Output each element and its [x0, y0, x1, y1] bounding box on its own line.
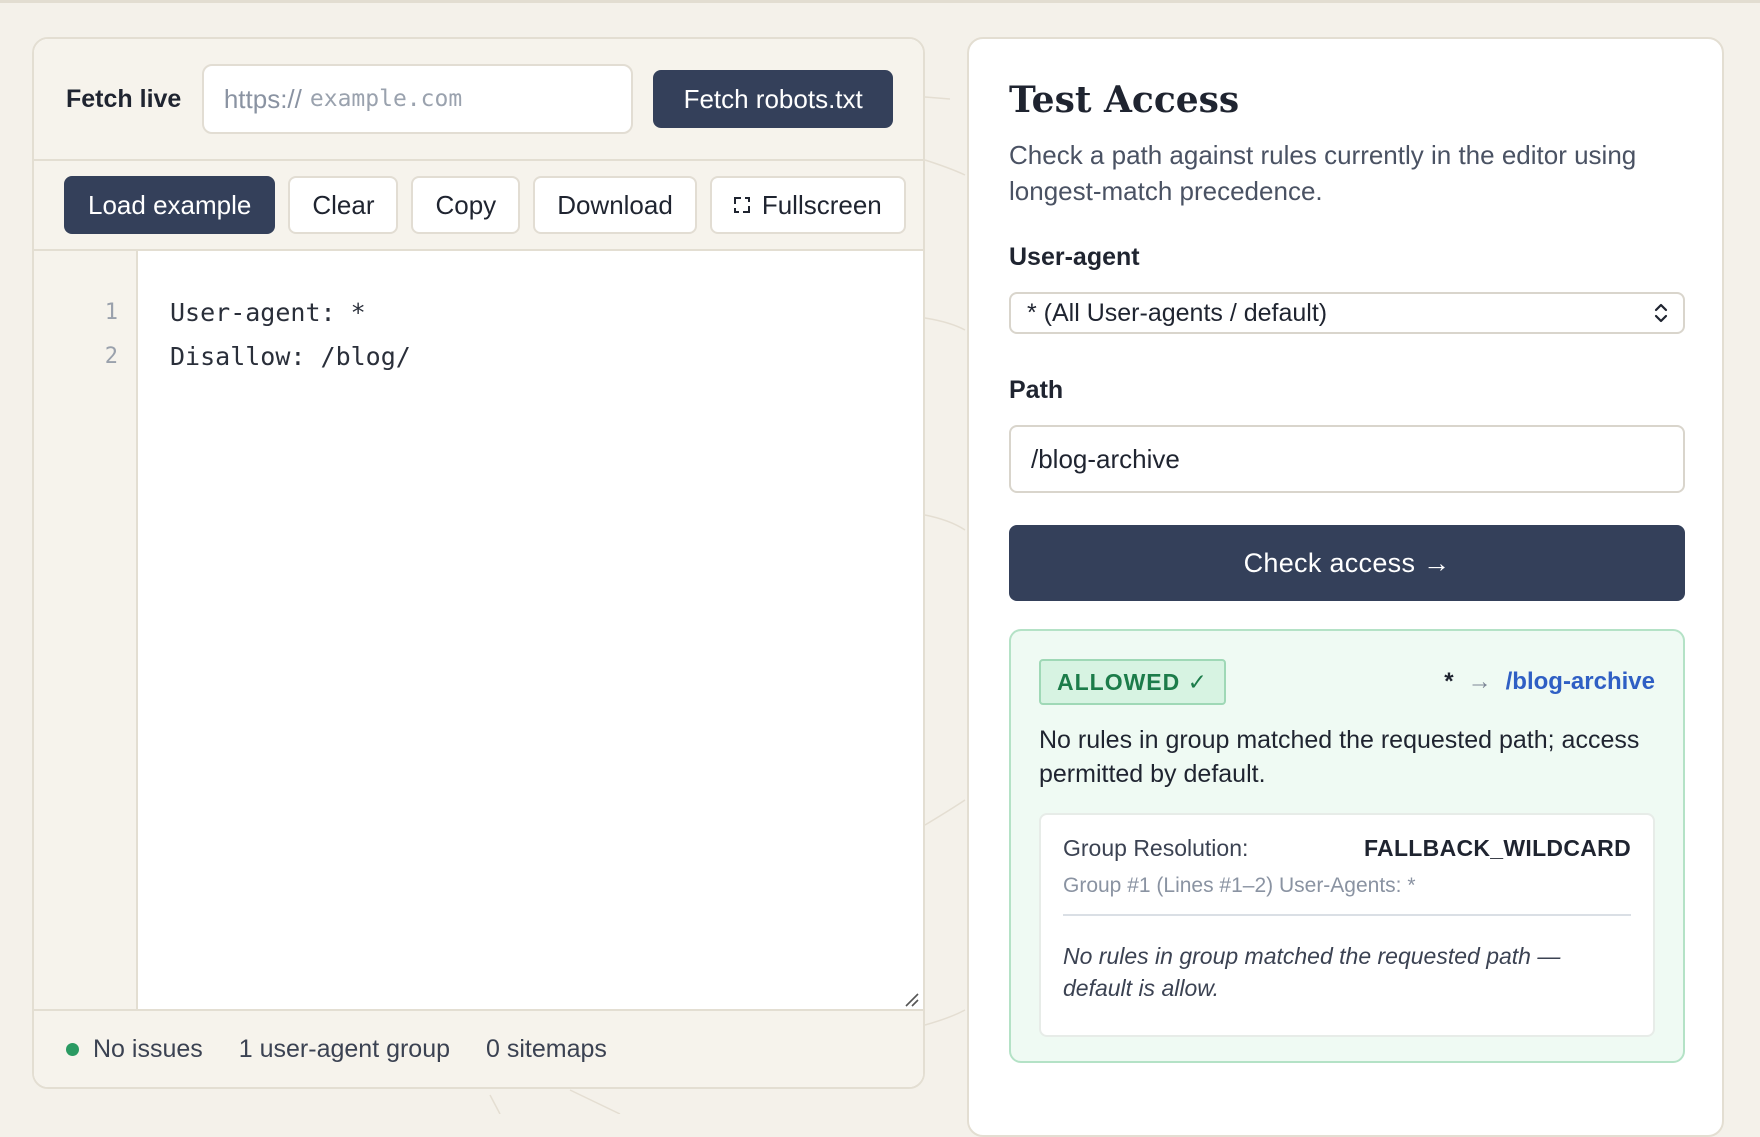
- top-border: [0, 0, 1760, 3]
- allowed-badge: ALLOWED ✓: [1039, 659, 1226, 705]
- group-resolution-label: Group Resolution:: [1063, 835, 1249, 861]
- code-line: User-agent: *: [170, 298, 366, 327]
- fullscreen-icon: [733, 197, 750, 213]
- group-detail: Group #1 (Lines #1–2) User-Agents: *: [1063, 874, 1631, 916]
- fullscreen-button[interactable]: Fullscreen: [709, 176, 906, 234]
- line-number-gutter: 1 2: [34, 251, 138, 1009]
- copy-button[interactable]: Copy: [411, 176, 521, 234]
- url-prefix: https://: [223, 83, 302, 114]
- status-bar: No issues 1 user-agent group 0 sitemaps: [34, 1009, 923, 1087]
- route-agent: *: [1444, 668, 1454, 695]
- line-number: 1: [104, 300, 118, 325]
- check-access-button[interactable]: Check access →: [1009, 525, 1685, 601]
- user-agent-select[interactable]: * (All User-agents / default): [1009, 292, 1685, 334]
- status-ok-dot-icon: [66, 1042, 79, 1056]
- path-field[interactable]: [1009, 425, 1685, 493]
- result-route: * → /blog-archive: [1444, 668, 1655, 696]
- panel-title: Test Access: [1009, 79, 1240, 121]
- updown-chevron-icon: [1654, 303, 1668, 323]
- arrow-right-icon: →: [1467, 668, 1492, 695]
- path-label: Path: [1009, 376, 1064, 404]
- test-access-panel: Test Access Check a path against rules c…: [967, 37, 1724, 1137]
- group-resolution-row: Group Resolution: FALLBACK_WILDCARD: [1063, 835, 1631, 862]
- load-example-button[interactable]: Load example: [64, 176, 276, 234]
- user-agent-selected-value: * (All User-agents / default): [1027, 298, 1328, 327]
- result-card: ALLOWED ✓ * → /blog-archive No rules in …: [1009, 629, 1685, 1063]
- issues-status: No issues: [93, 1034, 203, 1063]
- code-lines[interactable]: User-agent: * Disallow: /blog/: [138, 251, 411, 1009]
- path-input[interactable]: [1031, 443, 1651, 475]
- clear-button[interactable]: Clear: [288, 176, 399, 234]
- group-resolution-value: FALLBACK_WILDCARD: [1363, 835, 1631, 861]
- resolution-details: Group Resolution: FALLBACK_WILDCARD Grou…: [1039, 813, 1655, 1037]
- fullscreen-label: Fullscreen: [761, 189, 882, 220]
- code-line: Disallow: /blog/: [170, 342, 411, 371]
- route-path-link[interactable]: /blog-archive: [1506, 668, 1655, 696]
- url-field[interactable]: https://: [201, 64, 634, 134]
- resolution-note: No rules in group matched the requested …: [1063, 943, 1561, 1001]
- editor-toolbar: Load example Clear Copy Download Fullscr…: [34, 161, 923, 251]
- groups-count: 1 user-agent group: [238, 1034, 451, 1063]
- resize-grip-icon[interactable]: [903, 991, 919, 1007]
- url-input[interactable]: [309, 86, 610, 112]
- result-header: ALLOWED ✓ * → /blog-archive: [1039, 659, 1655, 705]
- editor-panel: Fetch live https:// Fetch robots.txt Loa…: [32, 37, 925, 1089]
- sitemaps-count: 0 sitemaps: [486, 1034, 607, 1063]
- panel-description: Check a path against rules currently in …: [1009, 140, 1637, 206]
- result-message: No rules in group matched the requested …: [1039, 726, 1640, 788]
- fetch-robots-button[interactable]: Fetch robots.txt: [653, 70, 893, 128]
- code-editor[interactable]: 1 2 User-agent: * Disallow: /blog/: [34, 251, 923, 1009]
- download-button[interactable]: Download: [533, 176, 697, 234]
- line-number: 2: [104, 344, 118, 369]
- fetch-live-label: Fetch live: [66, 84, 182, 113]
- fetch-bar: Fetch live https:// Fetch robots.txt: [34, 39, 923, 161]
- user-agent-label: User-agent: [1009, 243, 1140, 271]
